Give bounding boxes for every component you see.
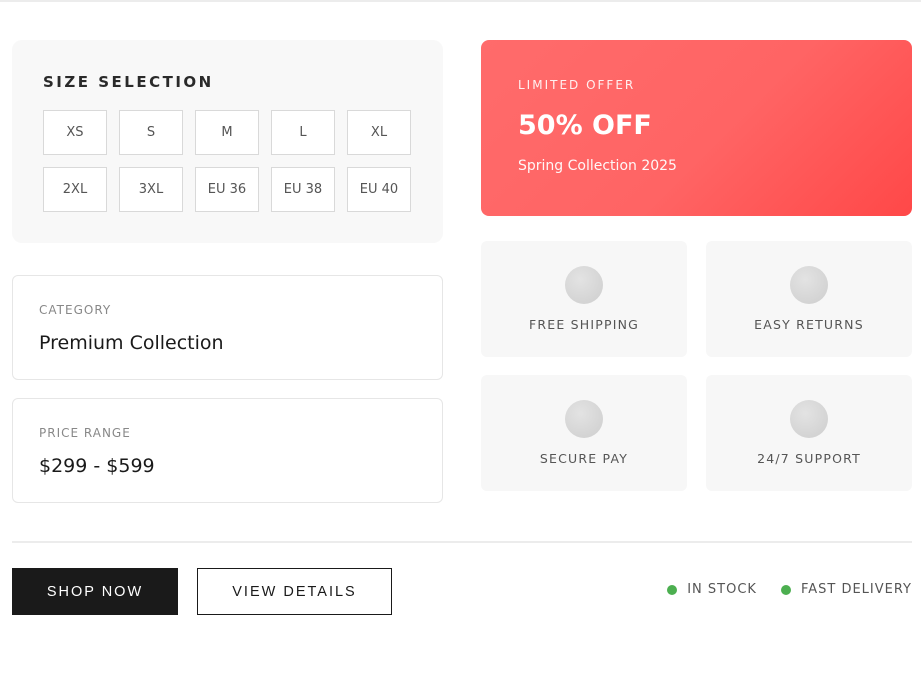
status-label: IN STOCK [687, 582, 757, 597]
size-option-xl[interactable]: XL [347, 110, 411, 155]
view-details-button[interactable]: VIEW DETAILS [197, 568, 392, 615]
size-option-m[interactable]: M [195, 110, 259, 155]
shop-now-button[interactable]: SHOP NOW [12, 568, 178, 615]
size-option-3xl[interactable]: 3XL [119, 167, 183, 212]
section-divider [12, 541, 912, 543]
category-card: CATEGORY Premium Collection [12, 275, 443, 380]
size-option-l[interactable]: L [271, 110, 335, 155]
returns-icon [790, 266, 828, 304]
price-range-card: PRICE RANGE $299 - $599 [12, 398, 443, 503]
secure-pay-icon [565, 400, 603, 438]
feature-easy-returns: EASY RETURNS [706, 241, 912, 357]
feature-support: 24/7 SUPPORT [706, 375, 912, 491]
support-icon [790, 400, 828, 438]
price-range-label: PRICE RANGE [39, 426, 131, 440]
size-grid: XS S M L XL 2XL 3XL EU 36 EU 38 EU 40 [43, 110, 411, 212]
price-range-value: $299 - $599 [39, 455, 155, 477]
product-page: SIZE SELECTION XS S M L XL 2XL 3XL EU 36… [0, 0, 921, 691]
category-label: CATEGORY [39, 303, 112, 317]
size-option-eu40[interactable]: EU 40 [347, 167, 411, 212]
limited-offer-banner[interactable]: LIMITED OFFER 50% OFF Spring Collection … [481, 40, 912, 216]
category-value: Premium Collection [39, 332, 224, 354]
size-option-eu38[interactable]: EU 38 [271, 167, 335, 212]
size-option-2xl[interactable]: 2XL [43, 167, 107, 212]
feature-label: SECURE PAY [539, 451, 629, 466]
status-dot-icon [667, 584, 678, 595]
offer-eyebrow: LIMITED OFFER [518, 78, 636, 92]
feature-label: FREE SHIPPING [528, 317, 640, 332]
status-group: IN STOCK FAST DELIVERY [667, 582, 912, 597]
offer-headline: 50% OFF [518, 110, 652, 141]
status-dot-icon [780, 584, 791, 595]
status-fast-delivery: FAST DELIVERY [780, 582, 912, 597]
size-option-s[interactable]: S [119, 110, 183, 155]
feature-label: 24/7 SUPPORT [757, 451, 861, 466]
feature-secure-pay: SECURE PAY [481, 375, 687, 491]
status-label: FAST DELIVERY [800, 582, 912, 597]
size-selection-title: SIZE SELECTION [43, 73, 214, 91]
offer-subtitle: Spring Collection 2025 [518, 158, 677, 174]
size-selection-card: SIZE SELECTION XS S M L XL 2XL 3XL EU 36… [12, 40, 443, 243]
feature-label: EASY RETURNS [754, 317, 864, 332]
feature-free-shipping: FREE SHIPPING [481, 241, 687, 357]
top-divider [0, 0, 921, 2]
status-in-stock: IN STOCK [667, 582, 757, 597]
shipping-icon [565, 266, 603, 304]
size-option-xs[interactable]: XS [43, 110, 107, 155]
size-option-eu36[interactable]: EU 36 [195, 167, 259, 212]
